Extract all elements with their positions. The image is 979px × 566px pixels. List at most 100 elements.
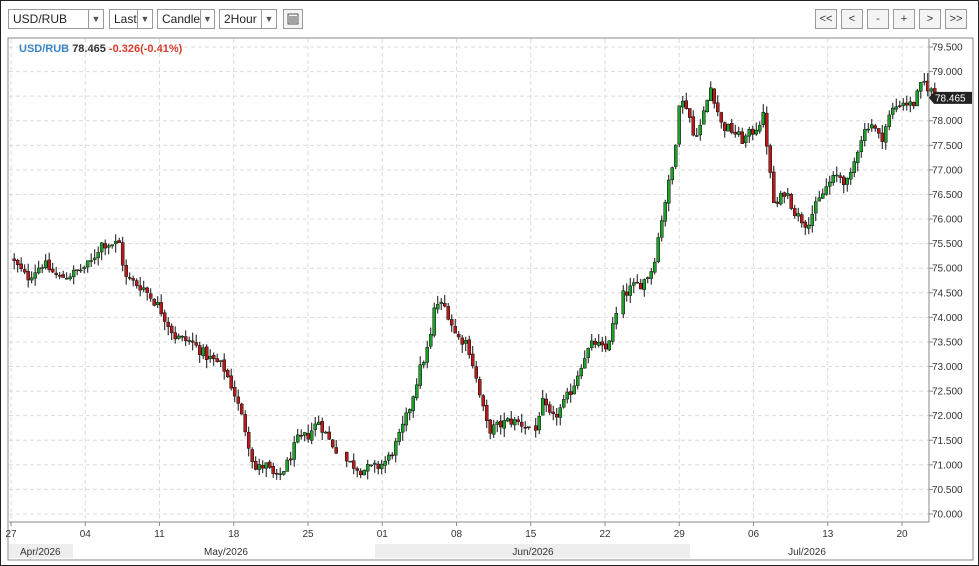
candle-body: [379, 463, 384, 469]
candle-body: [579, 367, 583, 377]
candle-body: [603, 343, 608, 350]
y-tick-label: 71.000: [932, 460, 963, 471]
candle-body: [509, 418, 513, 425]
candle-body: [516, 419, 520, 422]
candle-body: [884, 126, 888, 143]
candle-body: [12, 258, 16, 261]
candle-body: [659, 220, 664, 238]
candle-body: [180, 335, 184, 338]
x-tick-label: 20: [896, 529, 908, 540]
candle-body: [807, 224, 811, 229]
candle-body: [870, 124, 874, 129]
candle-body: [779, 193, 783, 205]
candle-body: [810, 213, 815, 226]
candle-body: [912, 102, 916, 107]
candle-body: [716, 102, 720, 113]
candle-body: [428, 334, 433, 347]
y-tick-label: 73.500: [932, 337, 963, 348]
candle-body: [316, 421, 321, 425]
candle-body: [26, 271, 30, 281]
candle-body: [218, 360, 223, 362]
candle-body: [652, 261, 657, 273]
month-label: Jun/2026: [512, 547, 554, 558]
candle-body: [638, 283, 643, 290]
y-tick-label: 72.000: [932, 411, 963, 422]
candle-body: [183, 336, 188, 341]
candle-body: [103, 243, 107, 249]
candle-body: [607, 340, 611, 351]
candle-body: [386, 454, 391, 461]
candle-body: [96, 252, 100, 259]
candle-body: [362, 469, 366, 476]
price-chart[interactable]: 79.50079.00078.50078.00077.50077.00076.5…: [0, 0, 979, 566]
x-tick-label: 25: [302, 529, 314, 540]
candle-body: [215, 358, 219, 363]
candle-body: [75, 269, 79, 271]
candle-body: [586, 348, 590, 358]
x-tick-label: 22: [599, 529, 611, 540]
last-price-label: 78.465: [935, 93, 966, 104]
candle-body: [723, 122, 727, 131]
candle-body: [299, 434, 303, 437]
x-tick-label: 13: [822, 529, 834, 540]
candle-body: [681, 100, 685, 108]
candle-body: [348, 460, 352, 463]
candle-body: [421, 362, 426, 366]
x-tick-label: 06: [748, 529, 760, 540]
candles: [12, 73, 937, 481]
candle-body: [446, 306, 450, 320]
candle-body: [40, 267, 44, 269]
candle-body: [397, 432, 401, 442]
candle-body: [747, 129, 752, 137]
candle-body: [355, 468, 359, 471]
candle-body: [789, 194, 794, 209]
candle-body: [558, 407, 562, 418]
legend-symbol: USD/RUB: [19, 43, 70, 55]
candle-body: [71, 269, 76, 278]
candle-body: [856, 151, 860, 164]
candle-body: [845, 177, 850, 185]
candle-body: [702, 110, 706, 125]
candle-body: [47, 259, 51, 271]
candle-body: [274, 472, 279, 475]
candle-body: [208, 355, 212, 359]
candle-body: [425, 347, 429, 363]
candle-body: [435, 304, 440, 310]
candle-body: [313, 423, 317, 430]
candle-body: [803, 221, 808, 228]
candle-body: [449, 319, 454, 326]
candle-body: [561, 399, 566, 408]
candle-body: [877, 128, 881, 134]
candle-body: [880, 132, 885, 142]
candle-body: [666, 179, 671, 204]
candle-body: [201, 347, 205, 357]
candle-body: [821, 193, 825, 199]
chart-legend: USD/RUB 78.465 -0.326(-0.41%): [19, 43, 182, 55]
candle-body: [589, 340, 594, 349]
candle-body: [400, 423, 405, 433]
candle-body: [582, 358, 587, 369]
y-tick-label: 77.000: [932, 165, 963, 176]
candle-body: [474, 366, 478, 379]
candle-body: [495, 421, 499, 425]
candle-body: [460, 337, 464, 345]
candle-body: [730, 123, 734, 133]
y-tick-label: 79.000: [932, 67, 963, 78]
candle-body: [873, 125, 878, 129]
candle-body: [351, 460, 356, 469]
x-tick-label: 08: [451, 529, 463, 540]
y-tick-label: 71.500: [932, 436, 963, 447]
candle-body: [901, 102, 906, 106]
candle-body: [649, 271, 653, 279]
y-tick-label: 75.000: [932, 264, 963, 275]
candle-body: [260, 465, 265, 469]
candle-body: [691, 116, 696, 136]
candle-body: [709, 87, 713, 102]
candle-body: [194, 342, 198, 346]
candle-body: [740, 131, 745, 144]
candle-body: [488, 419, 492, 434]
candle-body: [169, 325, 174, 334]
candle-body: [905, 102, 909, 106]
y-tick-label: 72.500: [932, 387, 963, 398]
y-axis: 79.50079.00078.50078.00077.50077.00076.5…: [928, 39, 963, 522]
